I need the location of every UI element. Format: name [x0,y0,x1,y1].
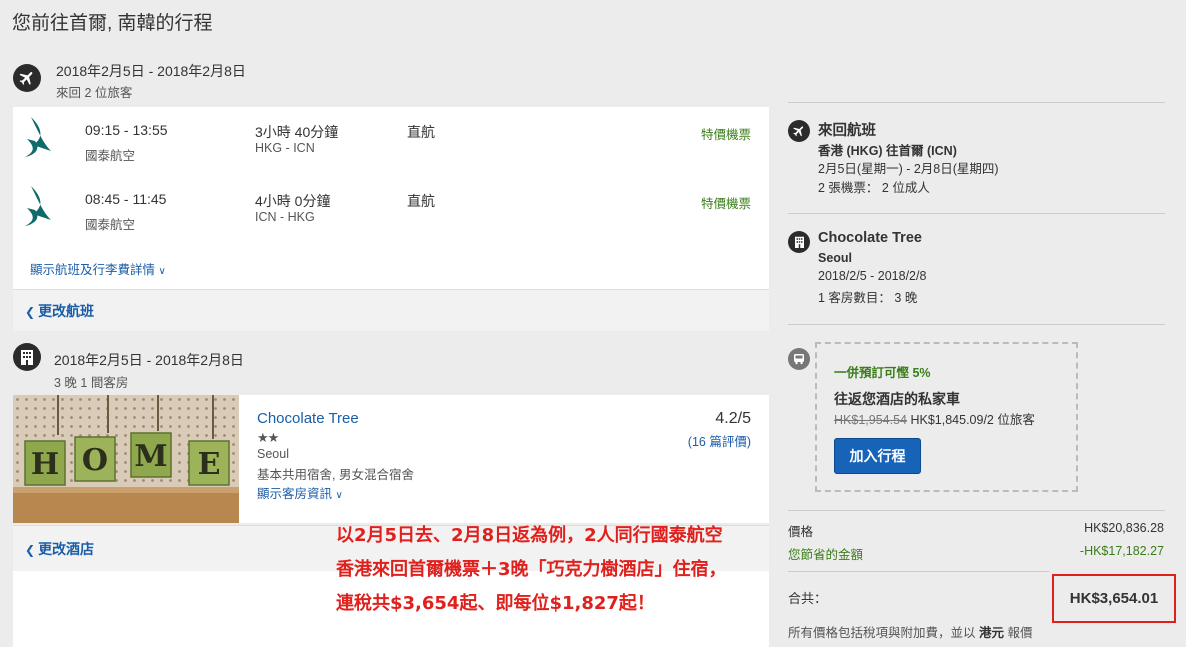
total-price: HK$3,654.01 [1069,590,1159,607]
hotel-room-type: 基本共用宿舍, 男女混合宿舍 [257,468,414,482]
promo-overlay-text: 以2月5日去、2月8日返為例，2人同行國泰航空 香港來回首爾機票＋3晚「巧克力樹… [336,519,776,621]
sidebar-hotel-title: Chocolate Tree [818,230,922,246]
airplane-icon [788,120,810,142]
flight-duration: 3小時 40分鐘 [255,124,339,140]
hotel-rating: 4.2/5 [715,410,751,427]
room-info-label: 顯示客房資訊 [257,487,333,501]
promo-line: 以2月5日去、2月8日返為例，2人同行國泰航空 [336,525,723,546]
sidebar-divider [788,102,1165,103]
transfer-savings: 一併預訂可慳 5% [834,366,931,380]
transfer-price: HK$1,954.54 HK$1,845.09/2 位旅客 [834,409,1035,428]
hotel-photo[interactable]: H O M E [13,395,239,523]
home-letter-m: M [134,439,167,474]
flight-date-range: 2018年2月5日 - 2018年2月8日 [56,63,246,79]
sidebar-flight-dates: 2月5日(星期一) - 2月8日(星期四) [818,162,999,176]
sidebar-divider [788,324,1165,325]
hotel-date-range: 2018年2月5日 - 2018年2月8日 [54,352,244,368]
building-icon [788,231,810,253]
flight-card: 09:15 - 13:55 國泰航空 3小時 40分鐘 HKG - ICN 直航… [13,107,769,289]
flight-route: HKG - ICN [255,141,315,155]
home-letter-e: E [198,447,221,482]
promo-line: 連稅共$3,654起、即每位$1,827起！ [336,593,655,614]
sidebar-divider [788,510,1165,511]
footnote-text: 所有價格包括稅項與附加費，並以 [788,626,976,640]
flight-row-outbound[interactable]: 09:15 - 13:55 國泰航空 3小時 40分鐘 HKG - ICN 直航… [13,107,769,167]
flight-times: 09:15 - 13:55 [85,122,168,138]
sidebar-hotel-dates: 2018/2/5 - 2018/2/8 [818,269,927,283]
home-letter-o: O [82,443,108,478]
change-flight-label: 更改航班 [38,302,95,319]
sidebar-flight-tickets: 2 張機票： 2 位成人 [818,181,930,195]
change-flight-link[interactable]: ❮ 更改航班 [25,301,94,321]
chevron-down-icon: ∨ [335,490,343,501]
transfer-title: 往返您酒店的私家車 [834,391,960,407]
cathay-pacific-logo [25,186,51,226]
savings-label: 您節省的金額 [788,548,864,562]
hotel-stars: ★★ [257,430,279,445]
hotel-city: Seoul [257,447,289,461]
flight-row-return[interactable]: 08:45 - 11:45 國泰航空 4小時 0分鐘 ICN - HKG 直航 … [13,176,769,236]
transfer-promo-box: 一併預訂可慳 5% 往返您酒店的私家車 HK$1,954.54 HK$1,845… [815,342,1078,492]
transfer-old-price: HK$1,954.54 [834,413,907,427]
airline-name: 國泰航空 [85,149,136,163]
flight-trip-summary: 來回 2 位旅客 [56,86,133,100]
flight-route: ICN - HKG [255,210,315,224]
promo-line: 香港來回首爾機票＋3晚「巧克力樹酒店」住宿， [336,559,727,580]
hotel-card: H O M E Chocolate Tree ★★ Seoul 基本共用宿舍, … [13,395,769,523]
flight-stops: 直航 [407,124,435,140]
chevron-left-icon: ❮ [25,304,36,319]
hotel-reviews-link[interactable]: (16 篇評價) [688,431,751,450]
cathay-pacific-logo [25,117,51,157]
price-footnote: 所有價格包括稅項與附加費，並以 港元 報價 [788,622,1033,641]
deal-badge: 特價機票 [700,197,751,211]
footnote-suffix: 報價 [1007,626,1033,640]
home-letter-h: H [31,447,59,482]
change-flight-bar: ❮ 更改航班 [13,289,769,331]
flight-times: 08:45 - 11:45 [85,191,167,207]
flight-stops: 直航 [407,193,435,209]
sidebar-flight-title: 來回航班 [818,123,876,139]
room-info-link[interactable]: 顯示客房資訊 ∨ [257,483,343,502]
page-title: 您前往首爾, 南韓的行程 [12,13,213,34]
chevron-left-icon: ❮ [25,542,36,557]
chevron-down-icon: ∨ [158,266,166,277]
price-label: 價格 [788,525,814,539]
savings-value: -HK$17,182.27 [1079,544,1164,558]
price-value: HK$20,836.28 [1084,521,1164,535]
total-label: 合共： [788,591,828,606]
footnote-currency: 港元 [979,626,1005,640]
total-price-box: HK$3,654.01 [1052,574,1176,623]
flight-details-label: 顯示航班及行李費詳情 [30,263,156,277]
sidebar-hotel-rooms: 1 客房數目： 3 晚 [818,291,918,305]
deal-badge: 特價機票 [700,128,751,142]
airline-name: 國泰航空 [85,218,136,232]
building-icon [13,343,41,371]
hotel-name-link[interactable]: Chocolate Tree [257,410,359,427]
sidebar-hotel-city: Seoul [818,251,853,265]
add-to-trip-button[interactable]: 加入行程 [834,438,921,474]
bus-icon [788,348,810,370]
sidebar-divider [788,213,1165,214]
sidebar-divider [788,571,1050,572]
change-hotel-label: 更改酒店 [38,540,95,557]
flight-duration: 4小時 0分鐘 [255,193,331,209]
flight-details-link[interactable]: 顯示航班及行李費詳情 ∨ [30,259,166,278]
change-hotel-link[interactable]: ❮ 更改酒店 [25,539,94,559]
transfer-new-price: HK$1,845.09/2 位旅客 [910,413,1035,427]
hotel-stay-summary: 3 晚 1 間客房 [54,376,129,390]
sidebar-flight-route: 香港 (HKG) 往首爾 (ICN) [818,144,957,158]
airplane-icon [13,64,41,92]
